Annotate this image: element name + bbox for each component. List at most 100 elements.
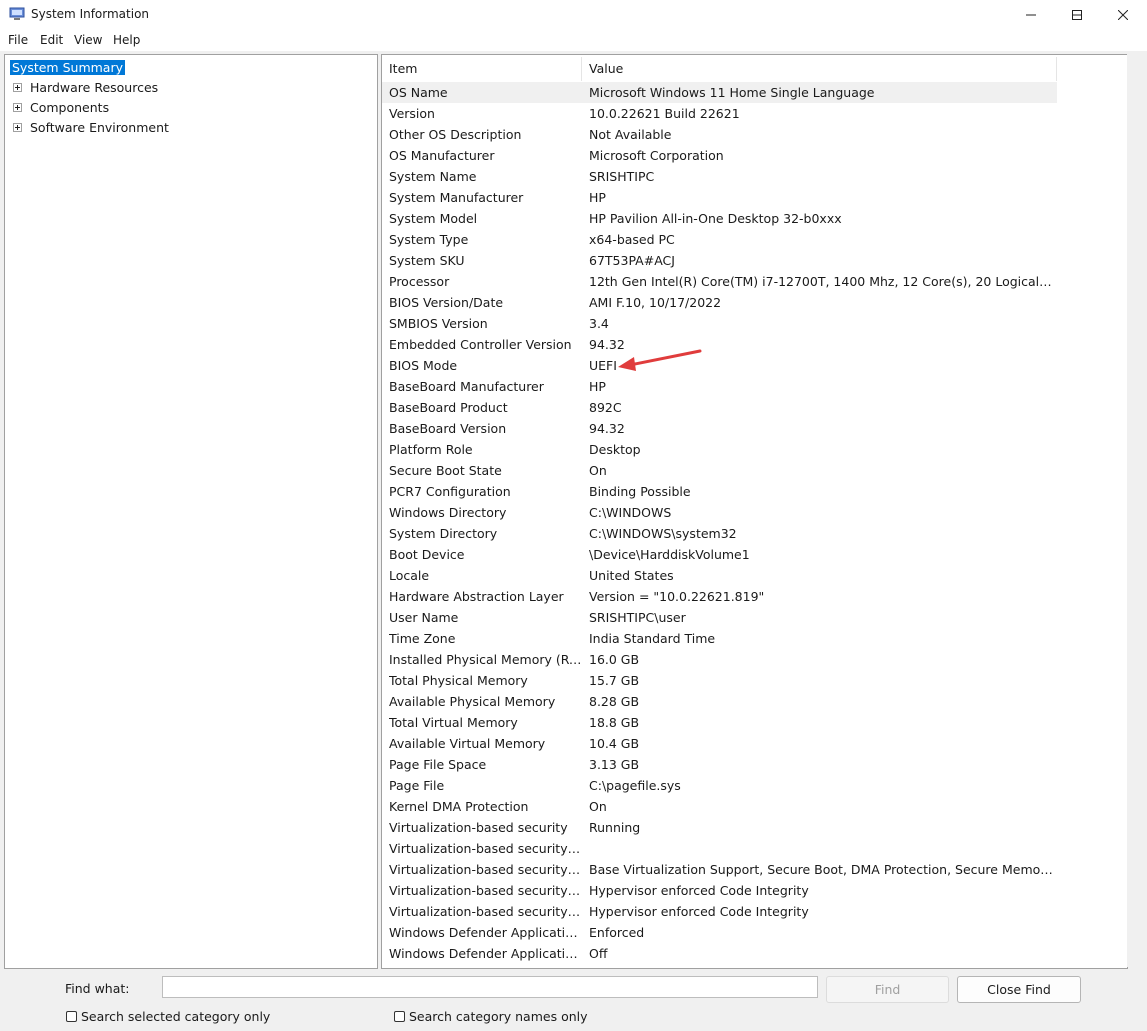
- cell-value: 10.4 GB: [589, 736, 640, 751]
- table-row[interactable]: Virtualization-based security Running: [382, 817, 1057, 838]
- expand-icon[interactable]: [13, 123, 22, 132]
- menu-file[interactable]: File: [8, 33, 28, 47]
- cell-value: SRISHTIPC: [589, 169, 655, 184]
- cell-item: Secure Boot State: [389, 463, 502, 478]
- tree-item-hardware-resources[interactable]: Hardware Resources: [30, 79, 158, 97]
- cell-value: 18.8 GB: [589, 715, 640, 730]
- details-list[interactable]: Item Value OS Name Microsoft Windows 11 H…: [381, 54, 1128, 969]
- window-title: System Information: [31, 7, 150, 21]
- table-row[interactable]: System Manufacturer HP: [382, 187, 1057, 208]
- vertical-scrollbar[interactable]: [1127, 54, 1143, 967]
- cell-value: C:\pagefile.sys: [589, 778, 681, 793]
- close-find-button[interactable]: Close Find: [957, 976, 1081, 1003]
- table-row[interactable]: Boot Device \Device\HarddiskVolume1: [382, 544, 1057, 565]
- tree-item-system-summary[interactable]: System Summary: [10, 59, 125, 77]
- table-row[interactable]: Installed Physical Memory (RAM) 16.0 GB: [382, 649, 1057, 670]
- category-tree[interactable]: System Summary Hardware Resources Compon…: [4, 54, 378, 969]
- close-icon: [1118, 10, 1128, 20]
- find-input[interactable]: [162, 976, 818, 998]
- table-row[interactable]: PCR7 Configuration Binding Possible: [382, 481, 1057, 502]
- table-row[interactable]: Hardware Abstraction Layer Version = "10.…: [382, 586, 1057, 607]
- table-row[interactable]: User Name SRISHTIPC\user: [382, 607, 1057, 628]
- column-header-value[interactable]: Value: [582, 57, 1057, 81]
- table-row[interactable]: Available Physical Memory 8.28 GB: [382, 691, 1057, 712]
- tree-item-components[interactable]: Components: [30, 99, 109, 117]
- table-row[interactable]: Windows Defender Application... Enforced: [382, 922, 1057, 943]
- cell-item: Page File: [389, 778, 445, 793]
- checkbox-box[interactable]: [66, 1011, 77, 1022]
- table-row[interactable]: Virtualization-based security Av... Base …: [382, 859, 1057, 880]
- table-row[interactable]: BIOS Mode UEFI: [382, 355, 1057, 376]
- cell-item: Hardware Abstraction Layer: [389, 589, 564, 604]
- cell-item: BIOS Mode: [389, 358, 458, 373]
- table-row[interactable]: OS Name Microsoft Windows 11 Home Single …: [382, 82, 1057, 103]
- table-row[interactable]: Kernel DMA Protection On: [382, 796, 1057, 817]
- cell-item: Virtualization-based security Av...: [389, 862, 582, 877]
- cell-value: 3.4: [589, 316, 609, 331]
- tree-item-label: Software Environment: [30, 120, 169, 135]
- table-row[interactable]: Time Zone India Standard Time: [382, 628, 1057, 649]
- title-bar: System Information: [0, 0, 1147, 30]
- close-button[interactable]: [1100, 0, 1146, 30]
- table-row[interactable]: System SKU 67T53PA#ACJ: [382, 250, 1057, 271]
- cell-value: Running: [589, 820, 641, 835]
- table-row[interactable]: Other OS Description Not Available: [382, 124, 1057, 145]
- table-row[interactable]: Page File Space 3.13 GB: [382, 754, 1057, 775]
- table-row[interactable]: Locale United States: [382, 565, 1057, 586]
- cell-item: Boot Device: [389, 547, 465, 562]
- checkbox-box[interactable]: [394, 1011, 405, 1022]
- cell-value: C:\WINDOWS\system32: [589, 526, 737, 541]
- cell-value: 15.7 GB: [589, 673, 640, 688]
- table-row[interactable]: Total Virtual Memory 18.8 GB: [382, 712, 1057, 733]
- table-row[interactable]: Version 10.0.22621 Build 22621: [382, 103, 1057, 124]
- table-row[interactable]: System Type x64-based PC: [382, 229, 1057, 250]
- maximize-button[interactable]: [1054, 0, 1100, 30]
- table-row[interactable]: BaseBoard Version 94.32: [382, 418, 1057, 439]
- menu-help[interactable]: Help: [113, 33, 140, 47]
- table-row[interactable]: System Model HP Pavilion All-in-One Deskt…: [382, 208, 1057, 229]
- cell-item: System Directory: [389, 526, 498, 541]
- table-row[interactable]: SMBIOS Version 3.4: [382, 313, 1057, 334]
- search-category-names-checkbox[interactable]: Search category names only: [394, 1009, 588, 1024]
- cell-value: C:\WINDOWS: [589, 505, 672, 520]
- table-row[interactable]: System Name SRISHTIPC: [382, 166, 1057, 187]
- cell-value: 8.28 GB: [589, 694, 640, 709]
- cell-value: 892C: [589, 400, 622, 415]
- table-row[interactable]: Available Virtual Memory 10.4 GB: [382, 733, 1057, 754]
- cell-item: Available Virtual Memory: [389, 736, 546, 751]
- cell-value: Binding Possible: [589, 484, 691, 499]
- table-row[interactable]: Embedded Controller Version 94.32: [382, 334, 1057, 355]
- table-row[interactable]: BaseBoard Product 892C: [382, 397, 1057, 418]
- search-selected-category-checkbox[interactable]: Search selected category only: [66, 1009, 270, 1024]
- cell-value: Version = "10.0.22621.819": [589, 589, 765, 604]
- menu-view[interactable]: View: [74, 33, 102, 47]
- table-row[interactable]: Secure Boot State On: [382, 460, 1057, 481]
- menu-edit[interactable]: Edit: [40, 33, 63, 47]
- cell-item: OS Manufacturer: [389, 148, 495, 163]
- cell-item: Virtualization-based security Se...: [389, 904, 582, 919]
- table-row[interactable]: Processor 12th Gen Intel(R) Core(TM) i7-1…: [382, 271, 1057, 292]
- table-row[interactable]: Virtualization-based security Se... Hyper…: [382, 880, 1057, 901]
- table-row[interactable]: Virtualization-based security Se... Hyper…: [382, 901, 1057, 922]
- table-row[interactable]: Page File C:\pagefile.sys: [382, 775, 1057, 796]
- cell-value: 67T53PA#ACJ: [589, 253, 675, 268]
- table-row[interactable]: BaseBoard Manufacturer HP: [382, 376, 1057, 397]
- table-row[interactable]: System Directory C:\WINDOWS\system32: [382, 523, 1057, 544]
- table-row[interactable]: Total Physical Memory 15.7 GB: [382, 670, 1057, 691]
- table-row[interactable]: OS Manufacturer Microsoft Corporation: [382, 145, 1057, 166]
- menu-bar: File Edit View Help: [0, 30, 1147, 51]
- cell-item: System Type: [389, 232, 469, 247]
- table-row[interactable]: Windows Directory C:\WINDOWS: [382, 502, 1057, 523]
- table-row[interactable]: BIOS Version/Date AMI F.10, 10/17/2022: [382, 292, 1057, 313]
- table-row[interactable]: Platform Role Desktop: [382, 439, 1057, 460]
- tree-item-software-environment[interactable]: Software Environment: [30, 119, 169, 137]
- expand-icon[interactable]: [13, 83, 22, 92]
- column-header-item[interactable]: Item: [382, 57, 582, 81]
- cell-value: Enforced: [589, 925, 645, 940]
- table-row[interactable]: Virtualization-based security Re...: [382, 838, 1057, 859]
- expand-icon[interactable]: [13, 103, 22, 112]
- find-button[interactable]: Find: [826, 976, 949, 1003]
- table-row[interactable]: Windows Defender Application... Off: [382, 943, 1057, 964]
- cell-value: 3.13 GB: [589, 757, 640, 772]
- minimize-button-real[interactable]: [1008, 0, 1054, 30]
